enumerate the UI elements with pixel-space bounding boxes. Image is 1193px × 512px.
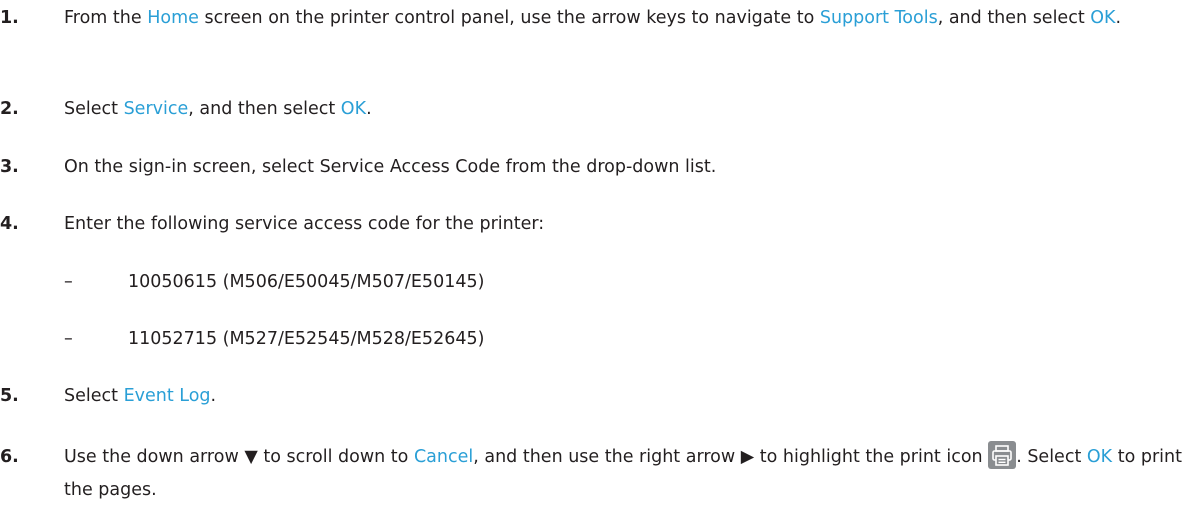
ui-term-link: OK [340, 99, 367, 119]
step-number: 1. [0, 8, 19, 28]
step-text-run: . [366, 99, 372, 119]
step-text: Select Event Log. [64, 383, 1184, 409]
ui-term-link: Service [123, 99, 189, 119]
instruction-document: 1. From the Home screen on the printer c… [0, 0, 1193, 512]
ui-term-link: Support Tools [819, 8, 938, 28]
step-text-run: . [1115, 8, 1122, 28]
list-dash: – [64, 329, 73, 349]
step-number: 6. [0, 447, 19, 467]
step-text-run: From the [64, 8, 148, 28]
step-number: 5. [0, 386, 19, 406]
step-text-run: , and then select [188, 99, 341, 119]
step-text-run: . Select [1016, 447, 1087, 467]
ui-term-link: OK [1090, 8, 1116, 28]
ui-term-link: Event Log [123, 386, 211, 406]
step-text-run: Select [64, 386, 124, 406]
list-dash: – [64, 272, 73, 292]
step-number: 3. [0, 157, 19, 177]
step-text: On the sign-in screen, select Service Ac… [64, 154, 1184, 180]
step-text: Select Service, and then select OK. [64, 96, 1184, 122]
step-number: 4. [0, 214, 19, 234]
step-text: From the Home screen on the printer cont… [64, 5, 1184, 31]
step-text-run: , and then select [937, 8, 1091, 28]
step-text-run: Enter the following service access code … [64, 214, 545, 234]
ui-term-link: Cancel [413, 447, 474, 467]
step-text: Use the down arrow ▼ to scroll down to C… [64, 441, 1184, 507]
step-text-run: Select [64, 99, 124, 119]
step-text-run: . [210, 386, 217, 406]
step-text-run: , and then use the right arrow ▶ to high… [473, 447, 989, 467]
step-text-run: screen on the printer control panel, use… [198, 8, 820, 28]
print-icon [988, 441, 1017, 469]
step-text-run: On the sign-in screen, select Service Ac… [64, 157, 717, 177]
service-access-code: 11052715 (M527/E52545/M528/E52645) [128, 329, 485, 349]
service-access-code: 10050615 (M506/E50045/M507/E50145) [128, 272, 485, 292]
step-text: Enter the following service access code … [64, 211, 1184, 237]
step-number: 2. [0, 99, 19, 119]
ui-term-link: Home [147, 8, 199, 28]
step-text-run: Use the down arrow ▼ to scroll down to [64, 447, 414, 467]
ui-term-link: OK [1086, 447, 1113, 467]
